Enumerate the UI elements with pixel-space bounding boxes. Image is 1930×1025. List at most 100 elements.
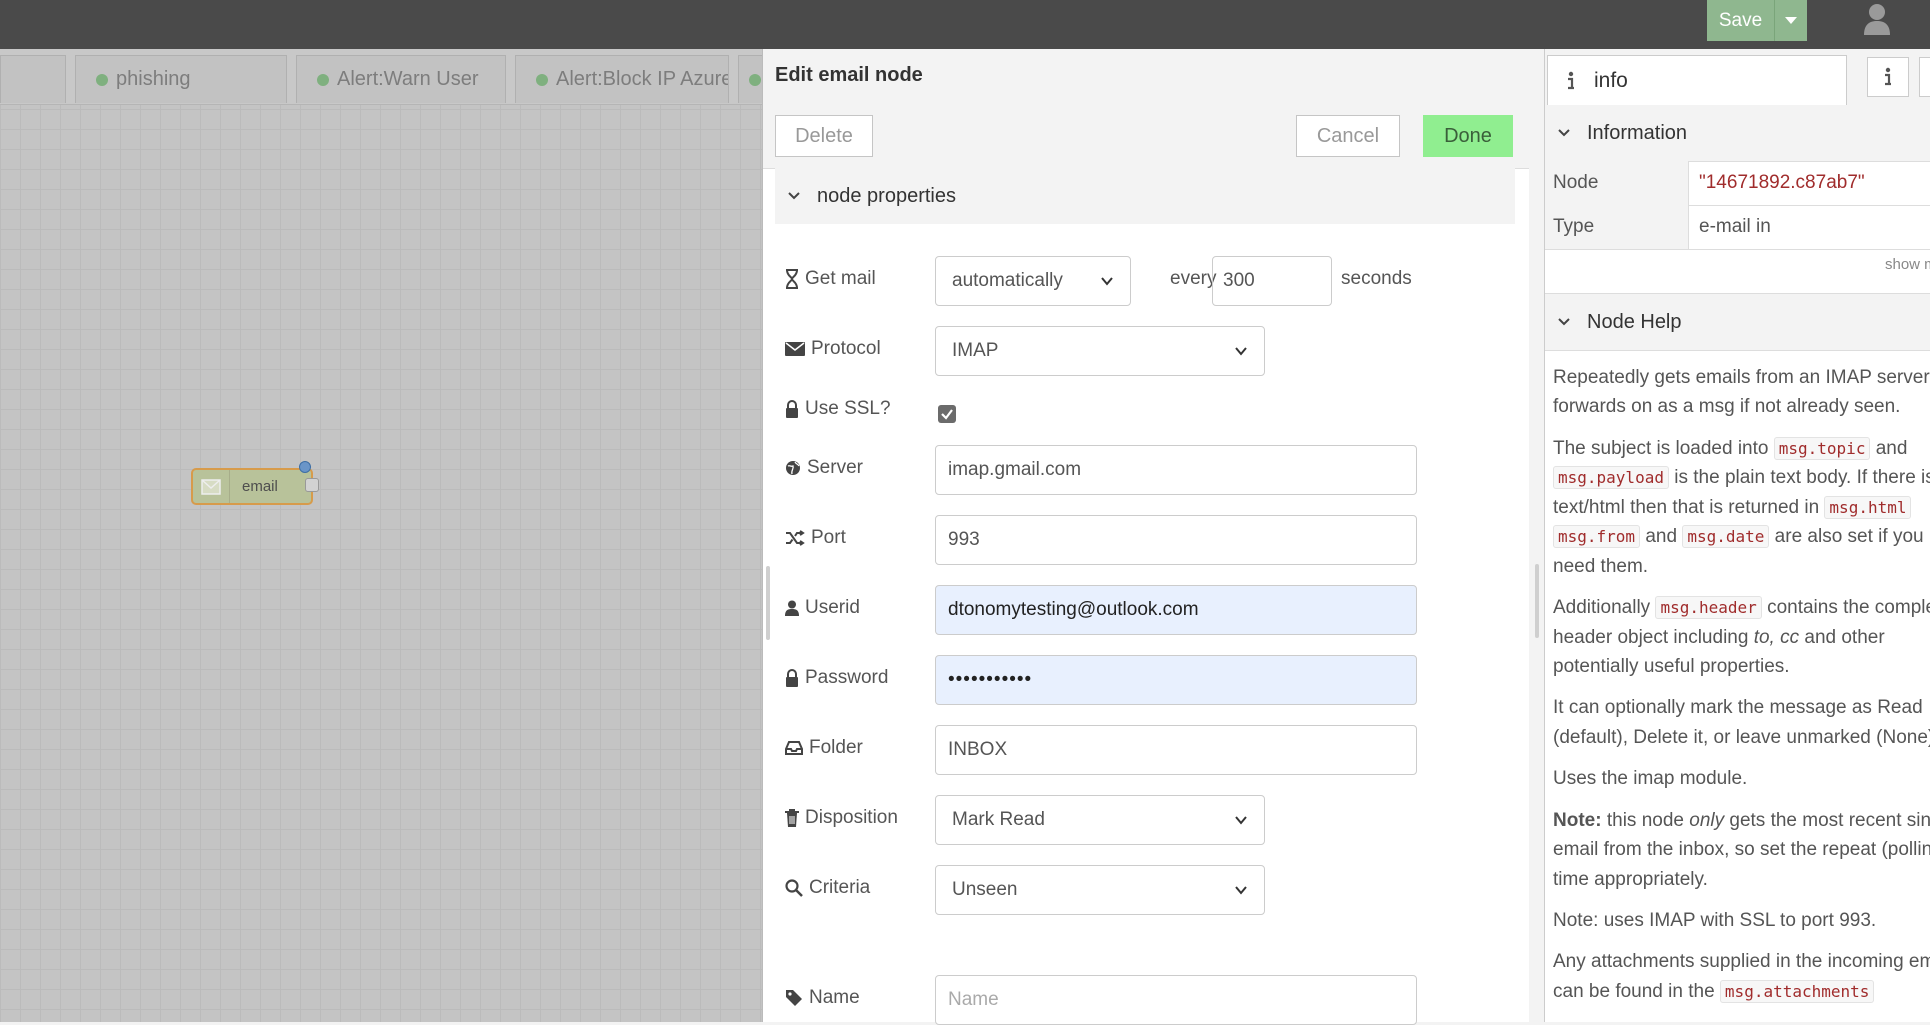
criteria-value: Unseen <box>952 879 1018 900</box>
status-dot <box>96 73 108 86</box>
flow-workspace[interactable] <box>0 49 762 1022</box>
help-paragraph: Repeatedly gets emails from an IMAP serv… <box>1553 367 1930 418</box>
row-port: Port 993 <box>785 515 1505 565</box>
sidebar-separator[interactable] <box>1530 49 1544 1022</box>
delete-button[interactable]: Delete <box>775 115 873 157</box>
name-input[interactable]: Name <box>935 975 1417 1025</box>
debug-tab-button[interactable] <box>1919 57 1930 97</box>
chevron-down-icon <box>788 192 800 200</box>
row-use-ssl: Use SSL? <box>785 388 1505 438</box>
search-icon <box>785 879 803 897</box>
tray-resize-handle[interactable] <box>766 566 770 640</box>
disposition-value: Mark Read <box>952 809 1045 830</box>
node-help-content: Repeatedly gets emails from an IMAP serv… <box>1553 363 1930 1018</box>
help-paragraph: Uses the imap module. <box>1553 768 1748 790</box>
help-paragraph: Note: uses IMAP with SSL to port 993. <box>1553 910 1877 931</box>
tray-toolbar: Delete Cancel Done <box>763 104 1529 169</box>
criteria-label: Criteria <box>809 877 871 898</box>
row-name: Name Name <box>785 975 1505 1025</box>
cancel-button[interactable]: Cancel <box>1296 115 1400 157</box>
node-changed-indicator <box>299 461 311 473</box>
tab-info[interactable]: info <box>1547 55 1847 105</box>
userid-label: Userid <box>805 597 860 618</box>
use-ssl-checkbox[interactable] <box>938 405 956 423</box>
row-disposition: Disposition Mark Read <box>785 795 1505 845</box>
get-mail-label: Get mail <box>805 268 876 289</box>
password-label: Password <box>805 667 889 688</box>
tab-label: Alert:Block IP Azure <box>556 68 729 90</box>
info-row-node: Node "14671892.c87ab7" <box>1545 161 1930 206</box>
row-criteria: Criteria Unseen <box>785 865 1505 915</box>
row-password: Password ••••••••••• <box>785 655 1505 705</box>
folder-label: Folder <box>809 737 863 758</box>
use-ssl-label: Use SSL? <box>805 398 891 419</box>
show-more-link[interactable]: show more <box>1885 256 1930 273</box>
interval-input[interactable]: 300 <box>1212 256 1332 306</box>
info-value-node-id: "14671892.c87ab7" <box>1699 172 1865 193</box>
protocol-select[interactable]: IMAP <box>935 326 1265 376</box>
tag-icon <box>786 990 802 1006</box>
user-icon[interactable] <box>1862 2 1892 36</box>
user-icon <box>785 600 799 616</box>
sidebar-resize-handle[interactable] <box>1535 564 1539 638</box>
deploy-save-button[interactable]: Save <box>1707 0 1807 41</box>
help-paragraph: Note: this node only gets the most recen… <box>1553 809 1930 890</box>
node-label: email <box>242 478 278 495</box>
info-key: Node <box>1545 161 1689 205</box>
globe-icon <box>786 461 800 475</box>
status-dot <box>749 73 761 86</box>
row-get-mail: Get mail automatically every 300 seconds <box>785 256 1505 306</box>
node-help-section-header[interactable]: Node Help <box>1545 293 1930 351</box>
email-node[interactable]: email <box>191 468 313 505</box>
node-properties-header[interactable]: node properties <box>775 168 1515 224</box>
inbox-icon <box>785 741 803 755</box>
node-output-port[interactable] <box>305 478 319 492</box>
server-label: Server <box>807 457 863 478</box>
protocol-value: IMAP <box>952 340 999 361</box>
information-section-header[interactable]: Information <box>1545 105 1930 162</box>
get-mail-value: automatically <box>952 270 1063 291</box>
chevron-down-icon <box>1235 816 1247 825</box>
info-row-type: Type e-mail in <box>1545 205 1930 250</box>
envelope-icon <box>785 342 805 356</box>
get-mail-select[interactable]: automatically <box>935 256 1131 306</box>
info-tab-button[interactable] <box>1867 57 1909 97</box>
disposition-select[interactable]: Mark Read <box>935 795 1265 845</box>
status-dot <box>317 73 329 86</box>
tab-label: Alert:Warn User <box>337 68 479 90</box>
section-label: node properties <box>817 184 956 207</box>
seconds-label: seconds <box>1341 268 1412 289</box>
port-input[interactable]: 993 <box>935 515 1417 565</box>
workspace-tab-warn-user[interactable]: Alert:Warn User <box>296 55 506 103</box>
top-header <box>0 0 1930 49</box>
password-input[interactable]: ••••••••••• <box>935 655 1417 705</box>
chevron-down-icon <box>1101 277 1113 286</box>
criteria-select[interactable]: Unseen <box>935 865 1265 915</box>
info-value-type: e-mail in <box>1699 216 1771 237</box>
done-button[interactable]: Done <box>1423 115 1513 157</box>
every-label: every <box>1170 268 1217 289</box>
envelope-icon <box>193 470 230 503</box>
help-paragraph: It can optionally mark the message as Re… <box>1553 697 1930 748</box>
chevron-down-icon <box>1235 347 1247 356</box>
folder-input[interactable]: INBOX <box>935 725 1417 775</box>
help-paragraph: Any attachments supplied in the incoming… <box>1553 951 1930 1003</box>
tray-header: Edit email node <box>763 49 1529 105</box>
save-label[interactable]: Save <box>1707 0 1774 41</box>
tab-label: phishing <box>116 68 191 90</box>
node-help-label: Node Help <box>1587 310 1682 333</box>
userid-input[interactable]: dtonomytesting@outlook.com <box>935 585 1417 635</box>
server-input[interactable]: imap.gmail.com <box>935 445 1417 495</box>
edit-node-tray: Edit email node Delete Cancel Done node … <box>762 49 1529 1025</box>
chevron-down-icon <box>1235 886 1247 895</box>
workspace-tab-phishing[interactable]: phishing <box>75 55 287 103</box>
workspace-tab-empty[interactable] <box>0 55 66 103</box>
chevron-down-icon <box>1558 318 1570 326</box>
tray-title: Edit email node <box>775 64 923 86</box>
workspace-tab-block-ip[interactable]: Alert:Block IP Azure <box>515 55 729 103</box>
help-paragraph: The subject is loaded into msg.topic and… <box>1553 436 1930 577</box>
shuffle-icon <box>786 530 805 546</box>
tab-info-label: info <box>1594 68 1628 92</box>
chevron-down-icon[interactable] <box>1774 0 1807 41</box>
info-icon <box>1885 67 1891 86</box>
